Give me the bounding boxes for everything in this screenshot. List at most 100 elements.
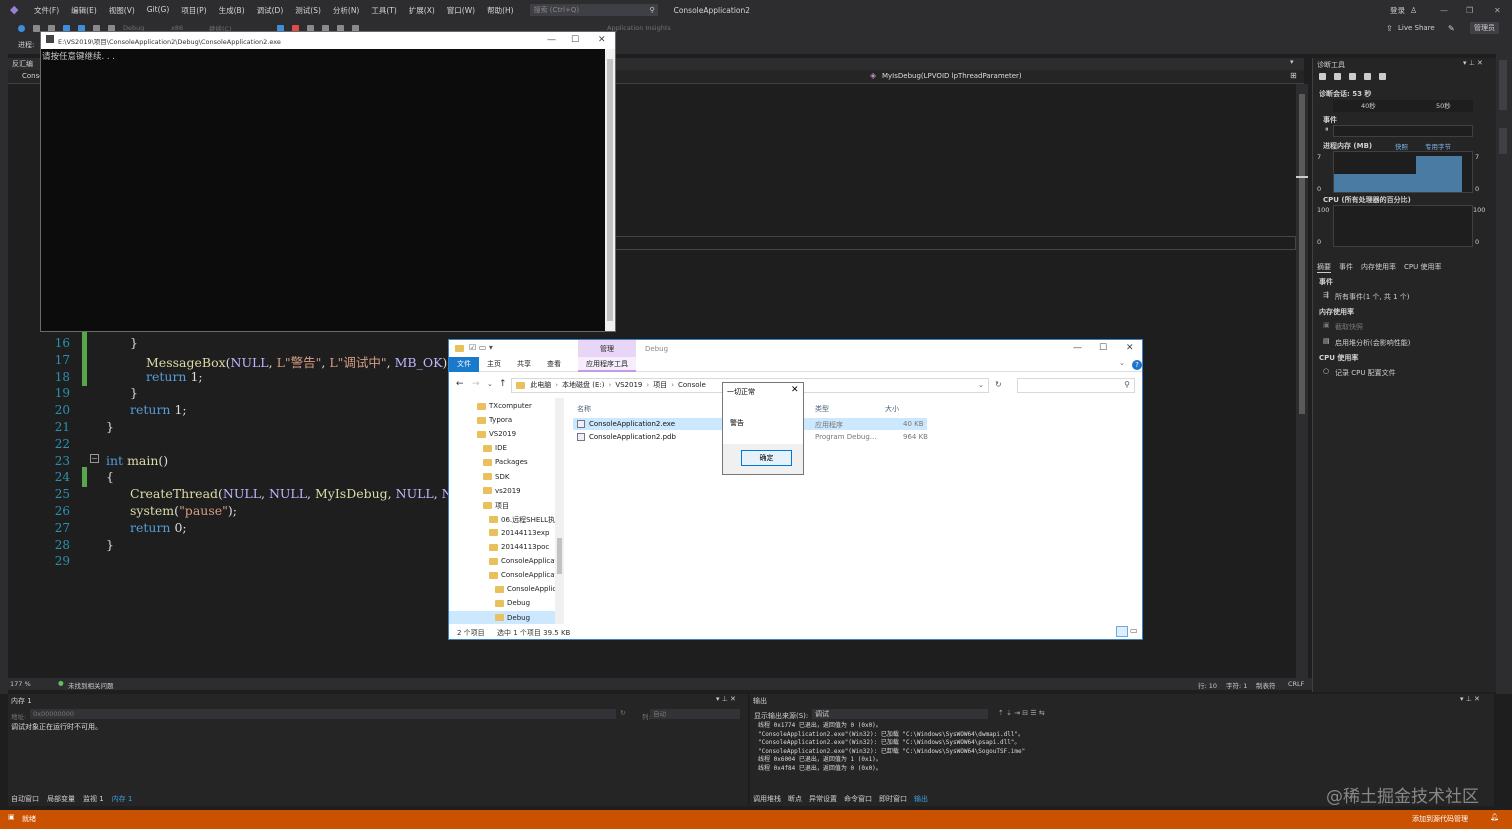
- zoom-in-icon[interactable]: [1349, 73, 1356, 80]
- message-box-dialog[interactable]: 一切正常 ✕ 警告 确定: [722, 382, 804, 475]
- console-window[interactable]: E:\VS2019\项目\ConsoleApplication2\Debug\C…: [40, 31, 616, 332]
- col-header-size[interactable]: 大小: [885, 404, 899, 414]
- output-panel-controls[interactable]: ▾ ⊥ ✕: [1460, 695, 1480, 703]
- console-maximize-button[interactable]: ☐: [571, 35, 579, 45]
- nav-back-button[interactable]: ←: [456, 379, 464, 389]
- solution-explorer-tab[interactable]: [1499, 60, 1507, 110]
- ribbon-tab[interactable]: 查看: [539, 357, 569, 372]
- enable-heap-button[interactable]: 启用堆分析(会影响性能): [1335, 338, 1410, 348]
- export-icon[interactable]: [1334, 73, 1341, 80]
- editor-scrollbar[interactable]: [1296, 84, 1308, 678]
- ribbon-manage-tab[interactable]: 管理: [578, 340, 636, 357]
- code-line[interactable]: }: [106, 537, 114, 552]
- forward-icon[interactable]: [33, 24, 40, 32]
- menu-item[interactable]: 工具(T): [365, 5, 402, 16]
- eol-indicator[interactable]: CRLF: [1288, 680, 1304, 688]
- back-icon[interactable]: [18, 24, 25, 32]
- code-line[interactable]: }: [130, 385, 138, 400]
- diag-panel-controls[interactable]: ▾ ⊥ ✕: [1463, 59, 1483, 67]
- help-icon[interactable]: ?: [1132, 360, 1142, 370]
- memory-panel-tab[interactable]: 自动窗口: [11, 794, 39, 804]
- menu-item[interactable]: 调试(D): [251, 5, 290, 16]
- menu-item[interactable]: 分析(N): [327, 5, 365, 16]
- ribbon-tab[interactable]: 文件: [449, 357, 479, 372]
- tabs-indicator[interactable]: 制表符: [1256, 680, 1276, 690]
- output-panel-tab[interactable]: 输出: [914, 794, 928, 804]
- menu-item[interactable]: Git(G): [141, 5, 176, 16]
- tab-disassembly[interactable]: 反汇编: [12, 59, 33, 69]
- quick-access-icons[interactable]: ☑ ▭ ▾: [469, 343, 493, 352]
- scroll-thumb[interactable]: [1299, 94, 1305, 414]
- all-events-link[interactable]: 所有事件(1 个, 共 1 个): [1335, 292, 1410, 302]
- collapse-toggle-icon[interactable]: −: [90, 454, 99, 463]
- code-line[interactable]: int main(): [106, 453, 168, 468]
- code-line[interactable]: system("pause");: [130, 503, 237, 518]
- code-line[interactable]: }: [130, 335, 138, 350]
- address-input[interactable]: 0x00000000: [30, 709, 616, 719]
- source-select[interactable]: 调试: [812, 709, 988, 719]
- memory-panel-tab[interactable]: 内存 1: [112, 794, 133, 804]
- col-header-name[interactable]: 名称: [577, 404, 591, 414]
- tree-item[interactable]: ConsoleApplic: [495, 585, 556, 593]
- tree-item[interactable]: SDK: [483, 473, 509, 481]
- tree-item[interactable]: ConsoleApplicat: [489, 571, 557, 579]
- menu-item[interactable]: 视图(V): [103, 5, 141, 16]
- tree-item[interactable]: IDE: [483, 444, 507, 452]
- user-icon[interactable]: ♙: [1410, 6, 1417, 15]
- tree-item[interactable]: VS2019: [477, 430, 516, 438]
- menu-item[interactable]: 测试(S): [289, 5, 327, 16]
- tree-item[interactable]: 20144113exp: [489, 529, 549, 537]
- ribbon-expand-icon[interactable]: ⌄: [1119, 359, 1125, 367]
- memory-panel-tab[interactable]: 局部变量: [47, 794, 75, 804]
- memory-header[interactable]: 进程内存 (MB): [1323, 141, 1372, 151]
- refresh-icon[interactable]: ↻: [620, 709, 626, 717]
- menu-item[interactable]: 文件(F): [28, 5, 65, 16]
- tree-item[interactable]: Typora: [477, 416, 512, 424]
- menu-item[interactable]: 扩展(X): [403, 5, 441, 16]
- col-select[interactable]: 自动: [650, 709, 740, 719]
- breadcrumb-item[interactable]: Console: [678, 381, 706, 389]
- output-panel-tab[interactable]: 异常设置: [809, 794, 837, 804]
- login-button[interactable]: 登录: [1390, 5, 1405, 16]
- explorer-search-box[interactable]: ⚲: [1017, 378, 1135, 393]
- nav-up-button[interactable]: ↑: [499, 379, 507, 389]
- menu-item[interactable]: 编辑(E): [65, 5, 103, 16]
- live-share-icon[interactable]: ⇪: [1386, 24, 1393, 33]
- explorer-close-button[interactable]: ✕: [1126, 343, 1134, 353]
- tab-dropdown-icon[interactable]: ▾: [1290, 58, 1294, 66]
- console-scroll-thumb[interactable]: [607, 59, 613, 321]
- restore-button[interactable]: ❐: [1466, 6, 1473, 15]
- console-close-button[interactable]: ✕: [598, 35, 606, 45]
- code-line[interactable]: }: [106, 419, 114, 434]
- breadcrumb-item[interactable]: 项目: [653, 381, 667, 389]
- tree-item[interactable]: Packages: [483, 458, 528, 466]
- tree-scroll-thumb[interactable]: [557, 538, 562, 574]
- tree-item[interactable]: Debug: [495, 599, 530, 607]
- tree-item[interactable]: 20144113poc: [489, 543, 549, 551]
- app-insights-button[interactable]: Application Insights: [607, 24, 671, 32]
- code-line[interactable]: return 0;: [130, 520, 187, 535]
- ribbon-tab[interactable]: 共享: [509, 357, 539, 372]
- tree-item[interactable]: vs2019: [483, 487, 521, 495]
- menu-item[interactable]: 生成(B): [213, 5, 251, 16]
- memory-panel-controls[interactable]: ▾ ⊥ ✕: [716, 695, 736, 703]
- file-name[interactable]: ConsoleApplication2.exe: [589, 420, 675, 428]
- msgbox-ok-button[interactable]: 确定: [741, 450, 792, 466]
- diag-tab[interactable]: 摘要: [1317, 262, 1331, 273]
- output-lines[interactable]: 线程 0x1774 已退出，返回值为 0 (0x0)。 "ConsoleAppli…: [758, 722, 1025, 773]
- settings-icon[interactable]: [1319, 73, 1326, 80]
- explorer-maximize-button[interactable]: ☐: [1099, 343, 1107, 353]
- tree-item[interactable]: TXcomputer: [477, 402, 532, 410]
- menu-item[interactable]: 帮助(H): [481, 5, 520, 16]
- explorer-titlebar[interactable]: ☑ ▭ ▾ 管理 Debug — ☐ ✕: [449, 340, 1142, 357]
- breadcrumb-item[interactable]: 此电脑: [530, 381, 551, 389]
- tree-item[interactable]: 项目: [483, 501, 509, 511]
- console-scrollbar[interactable]: [605, 49, 615, 331]
- source-control-button[interactable]: 添加到源代码管理: [1412, 814, 1468, 824]
- output-panel-tab[interactable]: 调用堆栈: [753, 794, 781, 804]
- issues-status[interactable]: 未找到相关问题: [68, 680, 114, 690]
- app-tools-tab[interactable]: 应用程序工具: [578, 357, 636, 372]
- output-panel-tab[interactable]: 命令窗口: [844, 794, 872, 804]
- vs-logo-icon[interactable]: ◆: [10, 4, 24, 16]
- tree-scrollbar[interactable]: [555, 398, 564, 624]
